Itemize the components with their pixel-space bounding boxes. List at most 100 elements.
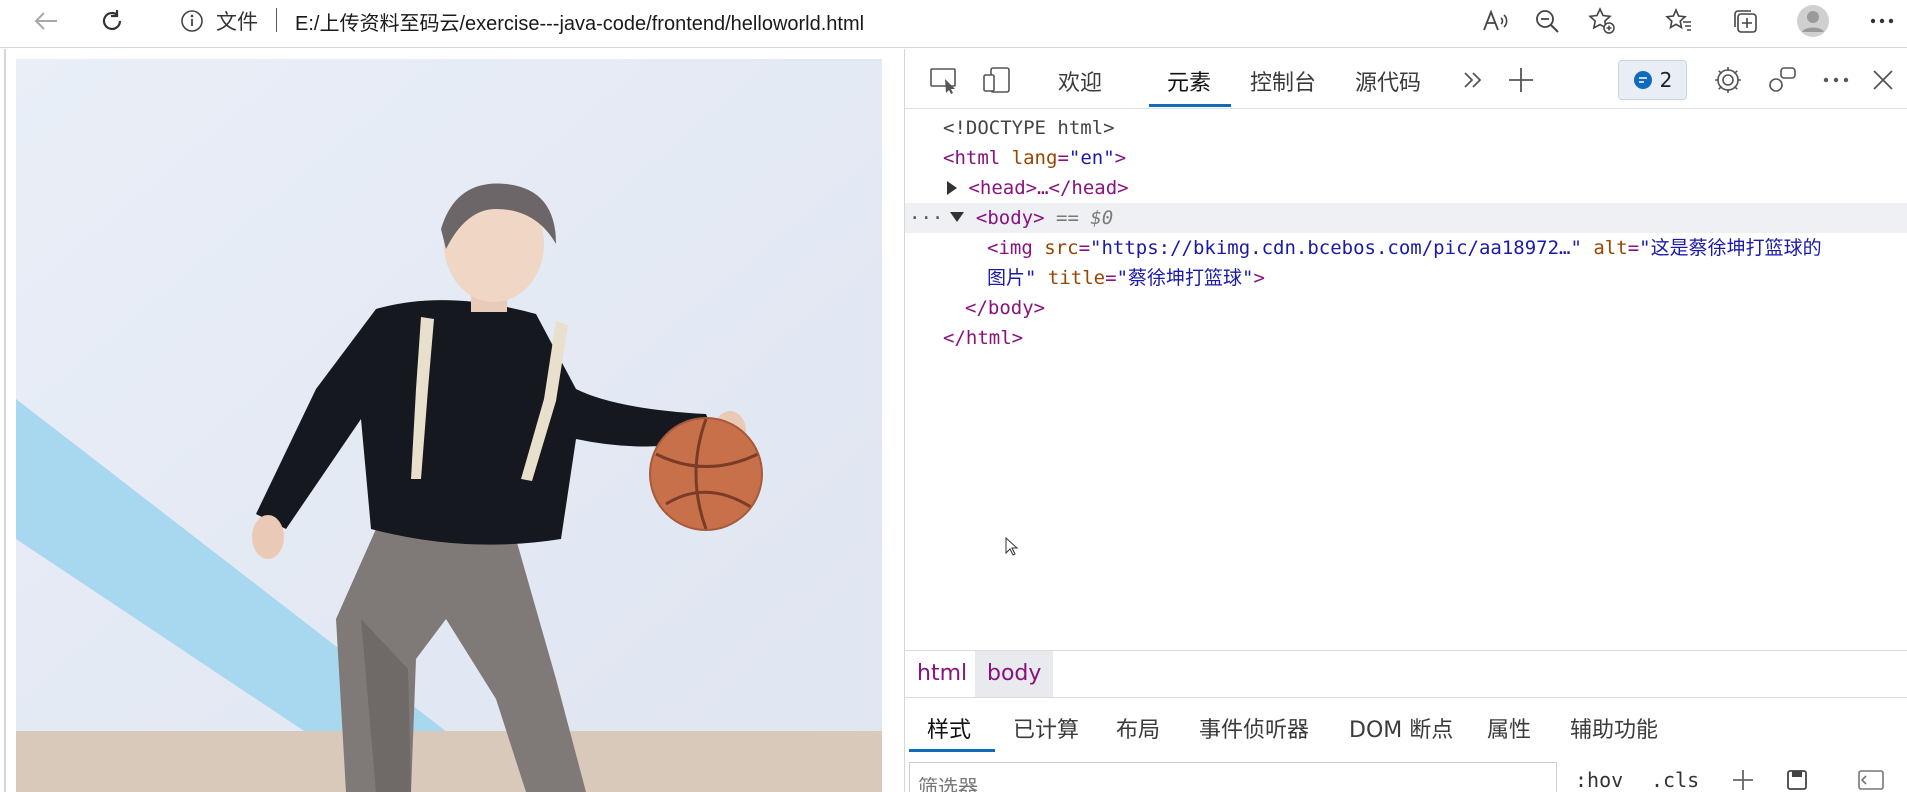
html-tag-name: html bbox=[954, 147, 1001, 169]
tab-sources[interactable]: 源代码 bbox=[1355, 65, 1421, 97]
basketball-image bbox=[16, 59, 882, 792]
info-icon bbox=[181, 10, 203, 32]
close-icon bbox=[1873, 70, 1893, 90]
feedback-icon bbox=[1769, 67, 1796, 92]
photo-illustration bbox=[16, 59, 882, 792]
dom-tree: <!DOCTYPE html> <html lang="en"> <head>…… bbox=[905, 111, 1907, 651]
site-info-label[interactable]: 文件 bbox=[216, 6, 258, 36]
dom-node-html[interactable]: <html lang="en"> bbox=[905, 143, 1907, 173]
breadcrumb: html body bbox=[905, 650, 1907, 697]
read-aloud-icon bbox=[1483, 9, 1508, 31]
favorites-icon bbox=[1665, 8, 1691, 31]
dom-node-html-close[interactable]: </html> bbox=[905, 323, 1907, 353]
dom-node-body[interactable]: ··· <body> == $0 bbox=[905, 203, 1907, 233]
active-tab-indicator bbox=[1149, 104, 1231, 107]
img-title-value: "蔡徐坤打篮球" bbox=[1116, 267, 1254, 289]
dom-node-img-continued[interactable]: 图片" title="蔡徐坤打篮球"> bbox=[905, 263, 1907, 293]
img-alt-value-part2: 图片" bbox=[987, 267, 1037, 289]
feedback-button[interactable] bbox=[1764, 63, 1800, 97]
zoom-out-button[interactable] bbox=[1527, 0, 1567, 42]
styles-filter-row: 筛选器 :hov .cls bbox=[905, 756, 1907, 792]
body-tag-name: body bbox=[987, 207, 1034, 229]
back-arrow-icon bbox=[34, 12, 57, 30]
class-toggle[interactable]: .cls bbox=[1651, 768, 1699, 792]
collections-icon bbox=[1734, 10, 1757, 33]
tab-welcome[interactable]: 欢迎 bbox=[1058, 65, 1102, 97]
collections-button[interactable] bbox=[1725, 0, 1765, 42]
more-tabs-button[interactable] bbox=[1455, 63, 1491, 97]
html-attr-value: "en" bbox=[1068, 147, 1115, 169]
expand-triangle-icon[interactable] bbox=[947, 181, 957, 195]
styles-pane-tabs: 样式 已计算 布局 事件侦听器 DOM 断点 属性 辅助功能 bbox=[905, 697, 1907, 755]
browser-menu-button[interactable] bbox=[1862, 0, 1902, 42]
devtools-panel: 欢迎 元素 控制台 源代码 2 <!DOCTYPE html> <html la… bbox=[904, 49, 1907, 792]
dom-node-body-close[interactable]: </body> bbox=[905, 293, 1907, 323]
close-devtools-button[interactable] bbox=[1865, 63, 1901, 97]
dom-node-doctype[interactable]: <!DOCTYPE html> bbox=[905, 113, 1907, 143]
favorites-button[interactable] bbox=[1659, 0, 1699, 42]
read-aloud-button[interactable] bbox=[1476, 0, 1516, 42]
img-src-attr: src bbox=[1044, 237, 1079, 259]
address-bar-url[interactable]: E:/上传资料至码云/exercise---java-code/frontend… bbox=[295, 7, 864, 36]
img-tag-name: img bbox=[998, 237, 1033, 259]
issues-button[interactable]: 2 bbox=[1618, 60, 1687, 100]
address-divider bbox=[276, 8, 277, 32]
add-tab-button[interactable] bbox=[1503, 63, 1539, 97]
html-close-tag: </html> bbox=[943, 327, 1024, 349]
star-add-icon bbox=[1588, 7, 1615, 34]
dom-node-head[interactable]: <head>…</head> bbox=[905, 173, 1907, 203]
devtools-more-button[interactable] bbox=[1818, 63, 1854, 97]
refresh-icon bbox=[102, 10, 122, 30]
img-alt-value-part1: "这是蔡徐坤打篮球的 bbox=[1639, 237, 1822, 259]
plus-icon bbox=[1509, 68, 1533, 92]
chevron-double-right-icon bbox=[1464, 72, 1482, 88]
inspect-icon bbox=[930, 68, 956, 94]
active-styles-tab-indicator bbox=[909, 749, 995, 752]
computed-sidebar-icon[interactable] bbox=[1785, 768, 1809, 792]
body-close-tag: </body> bbox=[965, 297, 1046, 319]
hover-state-toggle[interactable]: :hov bbox=[1575, 768, 1623, 792]
img-src-link[interactable]: "https://bkimg.cdn.bcebos.com/pic/aa1897… bbox=[1090, 237, 1582, 259]
breadcrumb-html[interactable]: html bbox=[905, 651, 979, 697]
gear-icon bbox=[1715, 67, 1741, 93]
filter-input[interactable]: 筛选器 bbox=[909, 762, 1557, 792]
zoom-out-icon bbox=[1536, 10, 1559, 33]
head-collapsed-text: <head>…</head> bbox=[968, 177, 1129, 199]
tab-accessibility[interactable]: 辅助功能 bbox=[1570, 712, 1658, 744]
inspect-element-button[interactable] bbox=[927, 63, 963, 97]
tab-event-listeners[interactable]: 事件侦听器 bbox=[1199, 712, 1309, 744]
device-icon bbox=[983, 67, 1010, 93]
refresh-button[interactable] bbox=[92, 0, 132, 42]
selected-node-hint: == $0 bbox=[1056, 207, 1114, 229]
page-viewport bbox=[4, 49, 904, 792]
ellipsis-icon[interactable]: ··· bbox=[905, 203, 943, 233]
browser-toolbar: 文件 E:/上传资料至码云/exercise---java-code/front… bbox=[0, 0, 1907, 48]
add-favorite-button[interactable] bbox=[1582, 0, 1622, 42]
tab-layout[interactable]: 布局 bbox=[1116, 712, 1160, 744]
more-horizontal-icon bbox=[1870, 18, 1894, 24]
tab-properties[interactable]: 属性 bbox=[1487, 712, 1531, 744]
site-info-button[interactable] bbox=[180, 8, 204, 34]
device-emulation-button[interactable] bbox=[979, 63, 1015, 97]
new-style-rule-icon[interactable] bbox=[1731, 768, 1755, 792]
tab-dom-breakpoints[interactable]: DOM 断点 bbox=[1349, 712, 1453, 744]
breadcrumb-body[interactable]: body bbox=[975, 651, 1054, 697]
devtools-toolbar: 欢迎 元素 控制台 源代码 2 bbox=[905, 49, 1907, 109]
tab-styles[interactable]: 样式 bbox=[927, 712, 971, 744]
html-attr-name: lang bbox=[1011, 147, 1058, 169]
profile-button[interactable] bbox=[1793, 0, 1833, 42]
dom-node-img[interactable]: <img src="https://bkimg.cdn.bcebos.com/p… bbox=[905, 233, 1907, 263]
collapse-triangle-icon[interactable] bbox=[950, 212, 965, 222]
back-button[interactable] bbox=[26, 0, 66, 42]
toggle-sidebar-icon[interactable] bbox=[1857, 768, 1885, 792]
img-alt-attr: alt bbox=[1593, 237, 1628, 259]
tab-elements[interactable]: 元素 bbox=[1167, 65, 1211, 97]
avatar-icon bbox=[1797, 5, 1829, 37]
tab-computed[interactable]: 已计算 bbox=[1013, 712, 1079, 744]
tab-console[interactable]: 控制台 bbox=[1250, 65, 1316, 97]
issues-count: 2 bbox=[1659, 68, 1673, 92]
chat-bubble-icon bbox=[1633, 71, 1652, 89]
more-horizontal-icon bbox=[1823, 77, 1849, 83]
settings-button[interactable] bbox=[1710, 63, 1746, 97]
doctype-text: <!DOCTYPE html> bbox=[943, 117, 1115, 139]
